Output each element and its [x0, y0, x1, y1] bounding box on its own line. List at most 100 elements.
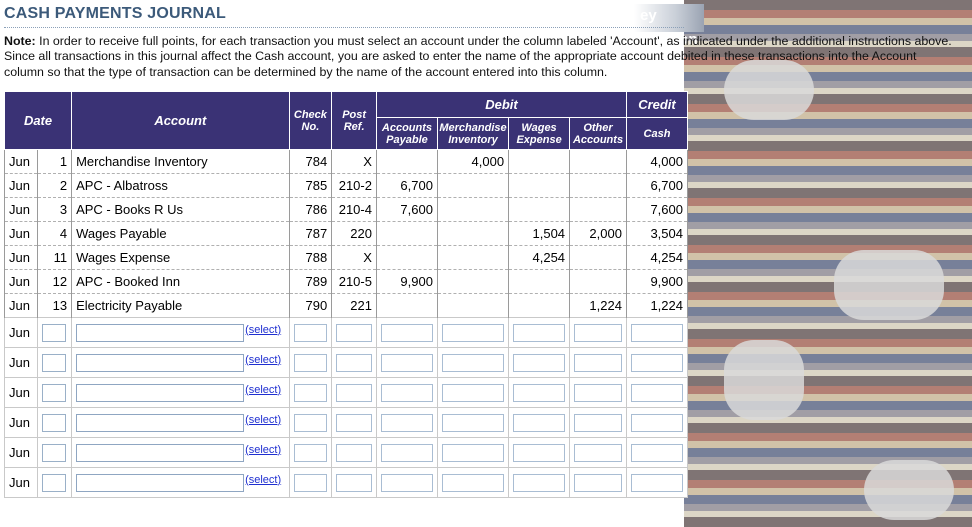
- merchandise-inventory-input[interactable]: [441, 323, 505, 342]
- wages-expense-header: Wages Expense: [508, 117, 571, 150]
- cash-input[interactable]: [630, 473, 683, 492]
- check-no-input[interactable]: [293, 383, 328, 402]
- post-ref-cell: [331, 437, 377, 468]
- cash-input[interactable]: [630, 353, 683, 372]
- month-cell: Jun: [4, 269, 38, 294]
- cash-input[interactable]: [630, 413, 683, 432]
- day-input[interactable]: [42, 413, 67, 432]
- day-input[interactable]: [42, 383, 67, 402]
- accounts-payable-input[interactable]: [380, 473, 433, 492]
- other-accounts-input[interactable]: [574, 323, 622, 342]
- day-input[interactable]: [42, 443, 67, 462]
- accounts-payable-input[interactable]: [380, 383, 433, 402]
- day-cell: 13: [36, 293, 73, 318]
- select-account-link[interactable]: (select): [245, 444, 281, 456]
- account-input[interactable]: [76, 443, 245, 462]
- check-no-input[interactable]: [293, 443, 328, 462]
- day-cell: [36, 437, 73, 468]
- cash-cell: [625, 467, 689, 498]
- check-no-cell: [288, 317, 333, 348]
- check-no-cell: [288, 347, 333, 378]
- entry-row: Jun (select): [4, 407, 689, 438]
- wages-expense-input[interactable]: [513, 413, 566, 432]
- check-no-cell: 785: [288, 173, 333, 198]
- account-cell: Wages Payable: [71, 221, 290, 246]
- post-ref-input[interactable]: [336, 383, 372, 402]
- check-no-input[interactable]: [293, 353, 328, 372]
- day-input[interactable]: [42, 353, 67, 372]
- accounts-payable-input[interactable]: [380, 353, 433, 372]
- day-cell: [36, 407, 73, 438]
- accounts-payable-cell: 6,700: [375, 173, 438, 198]
- wages-expense-input[interactable]: [513, 473, 566, 492]
- merchandise-inventory-header: Merchandise Inventory: [436, 117, 510, 150]
- select-account-link[interactable]: (select): [245, 324, 281, 336]
- merchandise-inventory-input[interactable]: [441, 383, 505, 402]
- post-ref-input[interactable]: [336, 413, 372, 432]
- table-row: Jun 2 APC - Albatross 785 210-2 6,700 6,…: [4, 173, 689, 198]
- other-accounts-input[interactable]: [574, 413, 622, 432]
- account-input[interactable]: [76, 353, 245, 372]
- cash-input[interactable]: [630, 443, 683, 462]
- account-cell: (select): [71, 407, 290, 438]
- accounts-payable-cell: [375, 293, 438, 318]
- wages-expense-input[interactable]: [513, 383, 566, 402]
- select-account-link[interactable]: (select): [245, 354, 281, 366]
- check-no-cell: 787: [288, 221, 333, 246]
- mi-header-line1: Merchandise: [439, 121, 507, 134]
- cash-cell: [625, 347, 689, 378]
- entry-row: Jun (select): [4, 437, 689, 468]
- table-row: Jun 3 APC - Books R Us 786 210-4 7,600 7…: [4, 197, 689, 222]
- post-ref-cell: [331, 317, 377, 348]
- day-cell: [36, 467, 73, 498]
- other-accounts-input[interactable]: [574, 473, 622, 492]
- account-input[interactable]: [76, 383, 245, 402]
- cash-input[interactable]: [630, 323, 683, 342]
- post-ref-input[interactable]: [336, 353, 372, 372]
- wages-expense-input[interactable]: [513, 353, 566, 372]
- entry-row: Jun (select): [4, 467, 689, 498]
- account-input[interactable]: [76, 473, 245, 492]
- month-cell: Jun: [4, 317, 38, 348]
- check-no-input[interactable]: [293, 413, 328, 432]
- account-input[interactable]: [76, 323, 245, 342]
- check-no-input[interactable]: [293, 473, 328, 492]
- other-accounts-input[interactable]: [574, 443, 622, 462]
- account-input[interactable]: [76, 413, 245, 432]
- month-cell: Jun: [4, 221, 38, 246]
- note-label: Note:: [4, 34, 36, 48]
- wages-expense-input[interactable]: [513, 443, 566, 462]
- check-no-input[interactable]: [293, 323, 328, 342]
- table-row: Jun 12 APC - Booked Inn 789 210-5 9,900 …: [4, 269, 689, 294]
- select-account-link[interactable]: (select): [245, 414, 281, 426]
- accounts-payable-input[interactable]: [380, 443, 433, 462]
- post-ref-cell: 210-5: [331, 269, 377, 294]
- other-accounts-input[interactable]: [574, 383, 622, 402]
- post-ref-input[interactable]: [336, 473, 372, 492]
- cash-header: Cash: [625, 117, 689, 150]
- debit-header: Debit: [375, 91, 627, 118]
- merchandise-inventory-input[interactable]: [441, 443, 505, 462]
- day-input[interactable]: [42, 323, 67, 342]
- post-ref-input[interactable]: [336, 323, 372, 342]
- post-ref-cell: 210-4: [331, 197, 377, 222]
- day-input[interactable]: [42, 473, 67, 492]
- accounts-payable-input[interactable]: [380, 323, 433, 342]
- wages-expense-input[interactable]: [513, 323, 566, 342]
- month-cell: Jun: [4, 293, 38, 318]
- select-account-link[interactable]: (select): [245, 474, 281, 486]
- post-ref-cell: [331, 347, 377, 378]
- merchandise-inventory-cell: [436, 173, 510, 198]
- account-cell: (select): [71, 467, 290, 498]
- merchandise-inventory-input[interactable]: [441, 413, 505, 432]
- merchandise-inventory-input[interactable]: [441, 473, 505, 492]
- accounts-payable-input[interactable]: [380, 413, 433, 432]
- cash-input[interactable]: [630, 383, 683, 402]
- we-header-line2: Expense: [516, 133, 562, 146]
- account-cell: (select): [71, 437, 290, 468]
- select-account-link[interactable]: (select): [245, 384, 281, 396]
- other-accounts-input[interactable]: [574, 353, 622, 372]
- wages-expense-cell: [508, 377, 571, 408]
- post-ref-input[interactable]: [336, 443, 372, 462]
- merchandise-inventory-input[interactable]: [441, 353, 505, 372]
